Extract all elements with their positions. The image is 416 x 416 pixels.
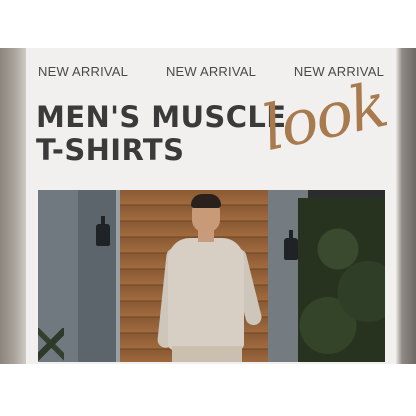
model-pants	[172, 346, 242, 362]
ticker-item: NEW ARRIVAL	[38, 64, 129, 79]
plant-icon	[38, 328, 64, 362]
wall-lamp-icon	[284, 230, 298, 260]
photo-hedge	[298, 198, 385, 362]
model-shirt	[168, 238, 244, 350]
background-band-right	[396, 48, 416, 364]
ticker-item: NEW ARRIVAL	[165, 64, 257, 79]
wall-lamp-icon	[96, 216, 110, 246]
headline-line-1: MEN'S MUSCLE	[36, 100, 287, 134]
product-photo	[38, 190, 385, 362]
model-hair	[191, 194, 221, 208]
headline-line-2: T-SHIRTS	[36, 133, 185, 167]
headline: MEN'S MUSCLE T-SHIRTS	[36, 101, 286, 167]
